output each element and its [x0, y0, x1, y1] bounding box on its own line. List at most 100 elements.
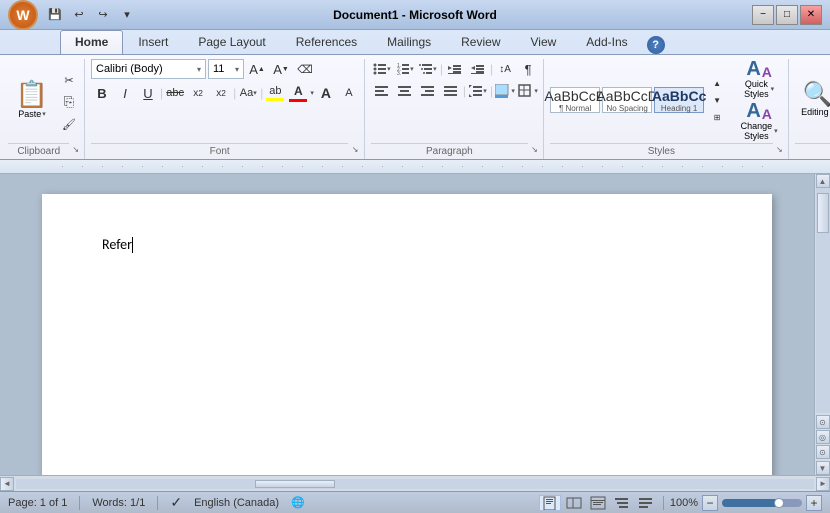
justify-button[interactable]	[440, 81, 462, 101]
font-size-up-button[interactable]: A	[315, 83, 337, 103]
document-page[interactable]: Refer	[42, 194, 772, 475]
tab-insert[interactable]: Insert	[123, 30, 183, 54]
status-bar: Page: 1 of 1 Words: 1/1 ✓ English (Canad…	[0, 491, 830, 513]
tab-view[interactable]: View	[516, 30, 572, 54]
save-button[interactable]: 💾	[44, 4, 66, 26]
font-color-button[interactable]: A	[287, 83, 309, 103]
view-draft[interactable]	[635, 495, 657, 511]
scroll-down-button[interactable]: ▼	[816, 461, 830, 475]
maximize-button[interactable]: □	[776, 5, 798, 25]
multilevel-icon	[419, 62, 433, 76]
shading-button[interactable]: ▾	[494, 81, 516, 101]
text-highlight-button[interactable]: ab	[264, 83, 286, 103]
underline-button[interactable]: U	[137, 83, 159, 103]
scroll-track-h[interactable]	[16, 479, 814, 489]
show-marks-button[interactable]: ¶	[517, 59, 539, 79]
grow-font-button[interactable]: A▲	[246, 59, 268, 79]
tab-addins[interactable]: Add-Ins	[571, 30, 642, 54]
style-normal[interactable]: AaBbCcD ¶ Normal	[550, 87, 600, 113]
copy-button[interactable]: ⎘	[58, 92, 80, 112]
zoom-plus-button[interactable]: +	[806, 495, 822, 511]
tab-mailings[interactable]: Mailings	[372, 30, 446, 54]
styles-scroll-down[interactable]: ▼	[706, 92, 728, 108]
tab-home[interactable]: Home	[60, 30, 123, 54]
change-styles-button[interactable]: A A ChangeStyles ▾	[734, 101, 784, 141]
zoom-minus-button[interactable]: −	[702, 495, 718, 511]
scroll-left-button[interactable]: ◄	[0, 477, 14, 491]
minimize-button[interactable]: −	[752, 5, 774, 25]
scroll-track-v[interactable]	[816, 188, 830, 413]
office-button[interactable]: W	[8, 0, 38, 30]
shrink-font-button[interactable]: A▼	[270, 59, 292, 79]
increase-indent-button[interactable]	[467, 59, 489, 79]
spell-check-icon[interactable]: ✓	[170, 494, 182, 511]
scroll-right-button[interactable]: ►	[816, 477, 830, 491]
borders-button[interactable]: ▾	[517, 81, 539, 101]
paste-button[interactable]: 📋 Paste ▾	[8, 79, 56, 121]
sort-button[interactable]: ↕A	[494, 59, 516, 79]
ribbon: Home Insert Page Layout References Maili…	[0, 30, 830, 160]
scroll-thumb-v[interactable]	[817, 193, 829, 233]
language-info[interactable]: English (Canada)	[194, 497, 279, 509]
font-collapse[interactable]: ↘	[350, 144, 360, 154]
align-left-button[interactable]	[371, 81, 393, 101]
view-web-layout[interactable]	[587, 495, 609, 511]
redo-button[interactable]: ↪	[92, 4, 114, 26]
styles-scroll-up[interactable]: ▲	[706, 75, 728, 91]
bold-button[interactable]: B	[91, 83, 113, 103]
editing-group-label: .	[795, 143, 830, 157]
tab-review[interactable]: Review	[446, 30, 515, 54]
tab-page-layout[interactable]: Page Layout	[183, 30, 280, 54]
styles-more[interactable]: ⊞	[706, 109, 728, 125]
paragraph-collapse[interactable]: ↘	[530, 144, 539, 154]
align-center-button[interactable]	[394, 81, 416, 101]
line-spacing-button[interactable]: ▾	[467, 81, 489, 101]
scroll-thumb-h[interactable]	[255, 480, 335, 488]
font-size-down-button[interactable]: A	[338, 83, 360, 103]
font-name-selector[interactable]: Calibri (Body) ▾	[91, 59, 206, 79]
format-painter-button[interactable]: 🖌	[58, 114, 80, 134]
help-button[interactable]: ?	[647, 36, 665, 54]
clipboard-collapse[interactable]: ↘	[71, 144, 80, 154]
scroll-up-button[interactable]: ▲	[816, 174, 830, 188]
cut-button[interactable]: ✂	[58, 70, 80, 90]
quick-styles-button[interactable]: A A QuickStyles ▾	[734, 59, 784, 99]
style-no-spacing[interactable]: AaBbCcD No Spacing	[602, 87, 652, 113]
subscript-button[interactable]: x2	[187, 83, 209, 103]
numbering-button[interactable]: 1.2.3. ▾	[394, 59, 416, 79]
tab-references[interactable]: References	[281, 30, 372, 54]
style-heading1[interactable]: AaBbCc Heading 1	[654, 87, 704, 113]
editing-button[interactable]: 🔍 Editing ▾	[795, 83, 830, 117]
scroll-select[interactable]: ◎	[816, 430, 830, 444]
superscript-button[interactable]: x2	[210, 83, 232, 103]
font-color-icon: A	[289, 84, 307, 102]
styles-collapse[interactable]: ↘	[775, 144, 785, 154]
view-fullscreen[interactable]	[563, 495, 585, 511]
change-case-button[interactable]: Aa▾	[237, 83, 259, 103]
align-right-button[interactable]	[417, 81, 439, 101]
status-left: Page: 1 of 1 Words: 1/1 ✓ English (Canad…	[8, 494, 305, 511]
scroll-prev-page[interactable]: ⊙	[816, 415, 830, 429]
zoom-handle[interactable]	[774, 498, 784, 508]
strikethrough-button[interactable]: abc	[164, 83, 186, 103]
multilevel-list-button[interactable]: ▾	[417, 59, 439, 79]
undo-button[interactable]: ↩	[68, 4, 90, 26]
close-button[interactable]: ✕	[800, 5, 822, 25]
outline-icon	[614, 496, 630, 510]
italic-button[interactable]: I	[114, 83, 136, 103]
zoom-slider[interactable]	[722, 499, 802, 507]
view-print-layout[interactable]	[539, 495, 561, 511]
align-center-icon	[398, 85, 412, 97]
scroll-next-page[interactable]: ⊙	[816, 445, 830, 459]
document-area[interactable]: Refer	[0, 174, 814, 475]
decrease-indent-button[interactable]	[444, 59, 466, 79]
bullets-button[interactable]: ▾	[371, 59, 393, 79]
paste-dropdown-arrow: ▾	[42, 110, 46, 118]
font-content: Calibri (Body) ▾ 11 ▾ A▲ A▼ ⌫ B	[91, 59, 360, 141]
view-outline[interactable]	[611, 495, 633, 511]
clear-format-button[interactable]: ⌫	[294, 59, 316, 79]
shading-icon	[495, 84, 511, 98]
font-size-selector[interactable]: 11 ▾	[208, 59, 244, 79]
qat-dropdown-button[interactable]: ▾	[116, 4, 138, 26]
ribbon-tabs: Home Insert Page Layout References Maili…	[0, 30, 830, 54]
